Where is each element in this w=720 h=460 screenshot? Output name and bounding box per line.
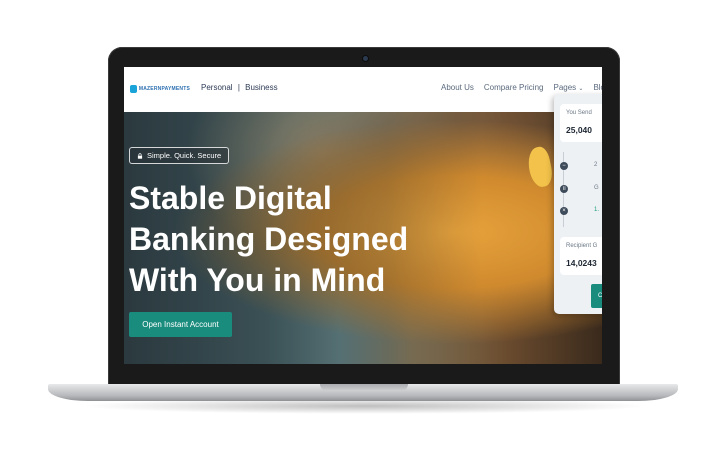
laptop-screen: MAZERNPAYMENTS Personal | Business About… xyxy=(124,67,602,364)
recipient-amount-value: 14,0243 xyxy=(566,258,597,268)
minus-icon: − xyxy=(560,162,568,170)
site-navbar: MAZERNPAYMENTS Personal | Business About… xyxy=(124,67,602,113)
hero-badge: Simple. Quick. Secure xyxy=(129,147,230,164)
account-type-switch: Personal | Business xyxy=(201,83,281,92)
converter-continue-button[interactable]: C xyxy=(591,284,602,308)
send-amount-label: You Send xyxy=(566,110,592,116)
nav-link-compare-pricing[interactable]: Compare Pricing xyxy=(484,83,544,92)
lock-icon xyxy=(137,152,143,159)
segment-business[interactable]: Business xyxy=(245,83,277,92)
hero-title-line-2: Banking Designed xyxy=(129,221,409,257)
nav-link-pages[interactable]: Pages ⌄ xyxy=(553,83,583,92)
decorative-yellow-shape xyxy=(525,145,555,189)
segment-separator: | xyxy=(237,83,240,92)
webcam-icon xyxy=(362,55,369,62)
rate-step-text: G xyxy=(594,185,599,191)
money-converter-card: You Send 25,040 − 2 ॥ G × 1. Recipient G… xyxy=(554,94,602,314)
send-amount-field[interactable]: You Send 25,040 xyxy=(560,104,602,142)
chevron-down-icon: ⌄ xyxy=(578,86,584,92)
recipient-amount-field[interactable]: Recipient G 14,0243 xyxy=(560,237,602,275)
logo-icon xyxy=(130,84,137,93)
hero-title-line-1: Stable Digital xyxy=(129,180,332,216)
send-amount-value: 25,040 xyxy=(566,125,592,135)
hero-badge-text: Simple. Quick. Secure xyxy=(147,151,222,160)
laptop-opening-notch xyxy=(320,384,408,391)
fee-step: − 2 xyxy=(560,159,602,173)
converted-step: × 1. xyxy=(560,204,602,218)
nav-link-blog[interactable]: Blo xyxy=(593,83,602,92)
hero-section: Simple. Quick. Secure Stable Digital Ban… xyxy=(124,112,602,364)
site-logo[interactable]: MAZERNPAYMENTS xyxy=(130,84,190,93)
main-nav: About Us Compare Pricing Pages ⌄ Blo xyxy=(441,83,602,92)
nav-link-pages-label: Pages xyxy=(553,83,577,92)
close-icon: × xyxy=(560,207,568,215)
segment-personal[interactable]: Personal xyxy=(201,83,233,92)
converted-step-text: 1. xyxy=(594,207,600,213)
nav-link-about-us[interactable]: About Us xyxy=(441,83,474,92)
pause-icon: ॥ xyxy=(560,185,568,193)
rate-step: ॥ G xyxy=(560,182,602,196)
logo-text: MAZERNPAYMENTS xyxy=(138,85,190,92)
open-instant-account-button[interactable]: Open Instant Account xyxy=(129,312,232,337)
fee-step-text: 2 xyxy=(594,162,598,168)
recipient-amount-label: Recipient G xyxy=(566,243,598,249)
hero-title: Stable Digital Banking Designed With You… xyxy=(129,178,459,301)
hero-title-line-3: With You in Mind xyxy=(129,262,386,298)
